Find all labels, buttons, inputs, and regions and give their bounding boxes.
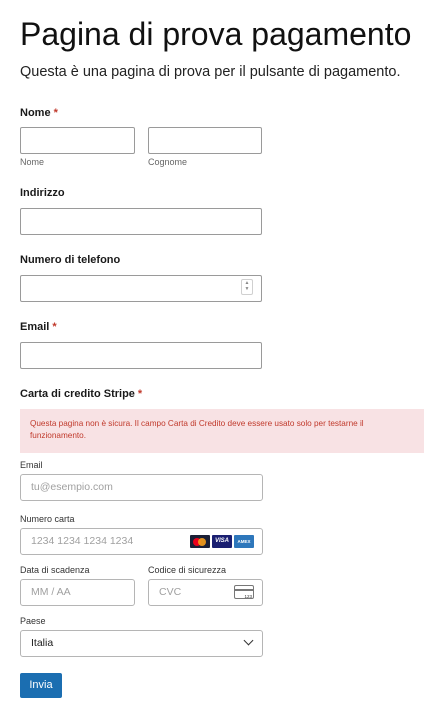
- stripe-email-input[interactable]: tu@esempio.com: [20, 474, 263, 501]
- country-label: Paese: [20, 616, 46, 626]
- expiry-label: Data di scadenza: [20, 565, 90, 575]
- last-name-input[interactable]: [148, 127, 262, 154]
- country-value: Italia: [31, 637, 54, 649]
- last-name-sublabel: Cognome: [148, 157, 188, 167]
- stripe-email-label: Email: [20, 460, 43, 470]
- name-label: Nome *: [20, 107, 58, 119]
- required-mark: *: [137, 388, 143, 400]
- submit-button[interactable]: Invia: [20, 673, 62, 698]
- phone-input[interactable]: [20, 275, 262, 302]
- cvc-label: Codice di sicurezza: [148, 565, 227, 575]
- required-mark: *: [53, 107, 58, 119]
- stripe-label: Carta di credito Stripe *: [20, 388, 142, 400]
- card-number-label: Numero carta: [20, 514, 75, 524]
- page-title: Pagina di prova pagamento: [20, 16, 412, 52]
- spinner-down-icon[interactable]: ▼: [242, 286, 252, 292]
- address-label: Indirizzo: [20, 187, 65, 199]
- stripe-label-text: Carta di credito Stripe: [20, 388, 135, 400]
- chevron-down-icon: [243, 635, 254, 646]
- address-input[interactable]: [20, 208, 262, 235]
- phone-label: Numero di telefono: [20, 254, 121, 266]
- mastercard-icon: [190, 535, 210, 548]
- amex-icon: AMEX: [234, 535, 254, 548]
- email-label-text: Email: [20, 321, 50, 333]
- name-label-text: Nome: [20, 107, 51, 119]
- email-input[interactable]: [20, 342, 262, 369]
- cvc-card-icon: 123: [234, 585, 254, 599]
- country-select[interactable]: Italia: [20, 630, 263, 657]
- visa-icon: VISA: [212, 535, 232, 548]
- insecure-page-notice: Questa pagina non è sicura. Il campo Car…: [20, 409, 424, 453]
- number-spinner[interactable]: ▲ ▼: [241, 279, 253, 295]
- page-subtitle: Questa è una pagina di prova per il puls…: [20, 64, 401, 80]
- required-mark: *: [52, 321, 57, 333]
- first-name-input[interactable]: [20, 127, 135, 154]
- email-label: Email *: [20, 321, 57, 333]
- first-name-sublabel: Nome: [20, 157, 45, 167]
- expiry-input[interactable]: MM / AA: [20, 579, 135, 606]
- cvc-icon-number: 123: [244, 594, 252, 599]
